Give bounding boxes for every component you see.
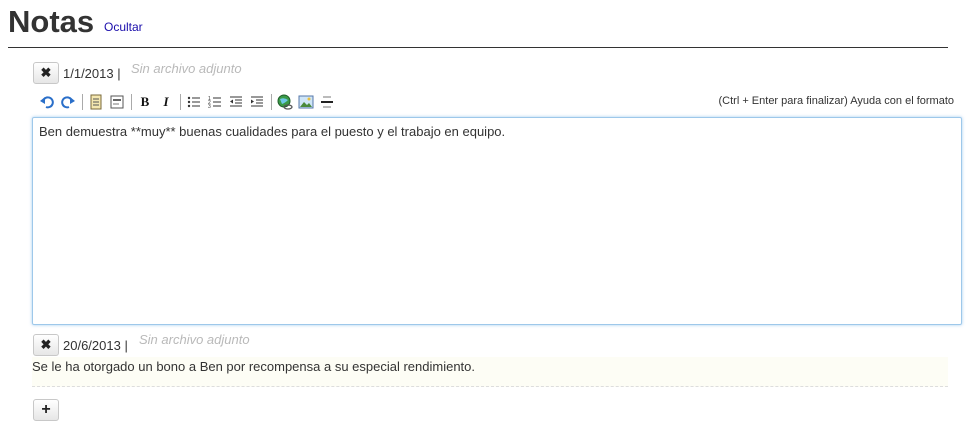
toolbar-separator	[131, 94, 132, 110]
attachment-status: Sin archivo adjunto	[139, 332, 250, 347]
numbered-list-icon[interactable]: 123	[206, 93, 224, 111]
outdent-icon[interactable]	[227, 93, 245, 111]
toolbar-separator	[271, 94, 272, 110]
italic-icon[interactable]: I	[157, 93, 175, 111]
bold-icon[interactable]: B	[136, 93, 154, 111]
hide-link[interactable]: Ocultar	[104, 20, 143, 34]
note-date: 1/1/2013 |	[63, 66, 121, 81]
formatting-help-text[interactable]: (Ctrl + Enter para finalizar) Ayuda con …	[719, 95, 955, 107]
undo-icon[interactable]	[38, 93, 56, 111]
toolbar-separator	[82, 94, 83, 110]
plus-icon: +	[41, 401, 51, 418]
heading-icon[interactable]	[108, 93, 126, 111]
indent-icon[interactable]	[248, 93, 266, 111]
attachment-status: Sin archivo adjunto	[131, 61, 242, 76]
bulleted-list-icon[interactable]	[185, 93, 203, 111]
page-title: Notas	[8, 4, 95, 39]
link-icon[interactable]	[276, 93, 294, 111]
note-content: Se le ha otorgado un bono a Ben por reco…	[32, 357, 948, 387]
paragraph-icon[interactable]	[87, 93, 105, 111]
image-icon[interactable]	[297, 93, 315, 111]
redo-icon[interactable]	[59, 93, 77, 111]
svg-text:3: 3	[208, 104, 211, 109]
close-icon: ✖	[40, 65, 52, 80]
delete-note-button[interactable]: ✖	[33, 334, 59, 356]
editor-toolbar: B I 123	[38, 92, 339, 112]
delete-note-button[interactable]: ✖	[33, 62, 59, 84]
add-note-button[interactable]: +	[33, 399, 59, 421]
note-date: 20/6/2013 |	[63, 338, 128, 353]
note-editor-textarea[interactable]: Ben demuestra **muy** buenas cualidades …	[32, 117, 962, 325]
close-icon: ✖	[40, 337, 52, 352]
toolbar-separator	[180, 94, 181, 110]
notes-header: Notas Ocultar	[8, 2, 948, 48]
horizontal-rule-icon[interactable]	[318, 93, 336, 111]
